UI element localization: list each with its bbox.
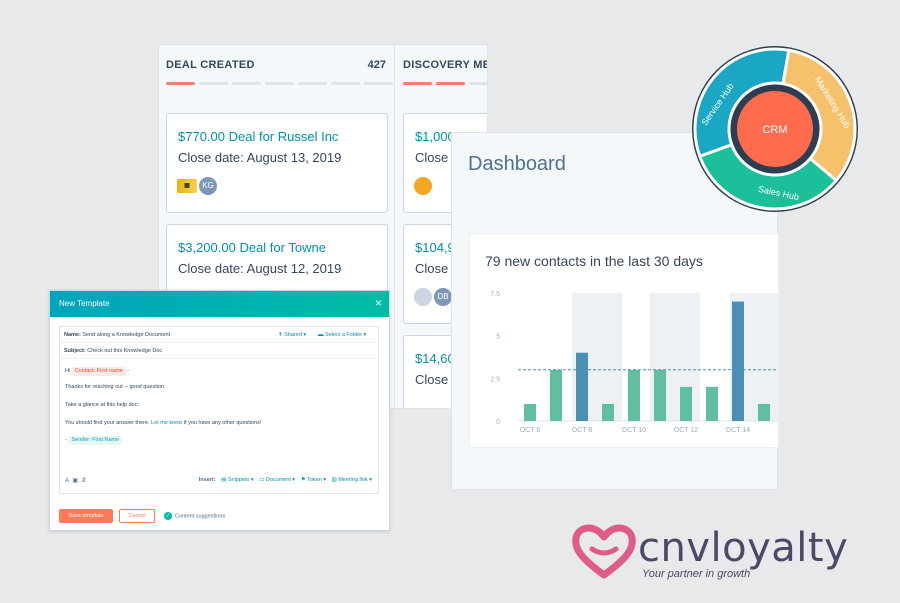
column-count: 427: [367, 59, 386, 71]
insert-document[interactable]: ▭ Document ▾: [259, 477, 295, 483]
dashboard-title: Dashboard: [468, 153, 566, 175]
chart-bar[interactable]: [576, 352, 588, 421]
stage-progress-bar: [166, 82, 393, 85]
let-me-know-link[interactable]: Let me know: [151, 420, 182, 426]
insert-toolbar: Insert: ▤ Snippets ▾ ▭ Document ▾ ⚑ Toke…: [198, 477, 372, 483]
stage-progress-bar: [403, 82, 487, 85]
chart-bar[interactable]: [732, 301, 744, 421]
folder-dropdown[interactable]: ▬ Select a Folder ▾: [318, 327, 366, 343]
format-toolbar: A ▣ ⇵: [65, 477, 86, 484]
x-tick-label: OCT 8: [572, 427, 593, 434]
brand-name: cnvloyalty: [638, 525, 849, 571]
x-tick-label: OCT 14: [726, 427, 750, 434]
deal-title[interactable]: $14,60: [415, 351, 455, 366]
chart-bar[interactable]: [654, 369, 666, 421]
company-logo: [414, 288, 432, 306]
company-logo: [414, 177, 432, 195]
y-tick-label: 7.5: [490, 291, 500, 298]
body-line: Take a glance at this help doc:: [65, 402, 139, 408]
insert-token[interactable]: ⚑ Token ▾: [301, 477, 326, 483]
deal-card[interactable]: $770.00 Deal for Russel Inc Close date: …: [166, 113, 388, 213]
column-title: DISCOVERY MEE: [403, 59, 487, 71]
deal-close-date: Close: [415, 372, 449, 387]
subject-field[interactable]: Check out this Knowledge Doc: [87, 348, 162, 354]
deal-title[interactable]: $3,200.00 Deal for Towne: [178, 240, 326, 255]
deal-title[interactable]: $1,000: [415, 129, 455, 144]
insert-snippets[interactable]: ▤ Snippets ▾: [221, 477, 253, 483]
column-title: DEAL CREATED: [166, 59, 255, 71]
close-icon[interactable]: ×: [375, 296, 382, 310]
template-editor[interactable]: Name: Send along a Knowledge Document ⇞ …: [59, 326, 379, 494]
name-row[interactable]: Name: Send along a Knowledge Document ⇞ …: [60, 327, 378, 343]
avatar: DB: [434, 288, 452, 306]
deal-close-date: Close date: August 12, 2019: [178, 261, 342, 276]
deal-title[interactable]: $770.00 Deal for Russel Inc: [178, 129, 338, 144]
modal-header: New Template ×: [50, 291, 389, 317]
chart-bar[interactable]: [602, 403, 614, 421]
body-line: Thanks for reaching out -- good question…: [65, 384, 166, 390]
avatar: KG: [199, 177, 217, 195]
greeting-line: Hi Contact: First name -: [65, 367, 130, 376]
company-logo: ▦: [177, 179, 197, 193]
y-tick-label: 2.5: [490, 376, 500, 383]
deal-close-date: Close: [415, 261, 449, 276]
chart-bar[interactable]: [758, 403, 770, 421]
crm-label: CRM: [762, 124, 787, 136]
cancel-button[interactable]: Cancel: [119, 509, 155, 523]
brand-logo: cnvloyalty Your partner in growth: [572, 523, 872, 583]
chart-bar[interactable]: [706, 386, 718, 421]
chart-bar[interactable]: [550, 369, 562, 421]
sender-first-name-token[interactable]: Sender: First Name: [68, 436, 123, 445]
insert-meeting-link[interactable]: ▥ Meeting link ▾: [332, 477, 372, 483]
subject-row[interactable]: Subject: Check out this Knowledge Doc: [60, 343, 378, 359]
contacts-report-card[interactable]: 79 new contacts in the last 30 days 0 2.5…: [469, 233, 779, 448]
contact-first-name-token[interactable]: Contact: First name: [71, 367, 126, 376]
report-title: 79 new contacts in the last 30 days: [485, 253, 703, 269]
attachment-icon[interactable]: ⇵: [81, 478, 86, 484]
body-line: You should find your answer there. Let m…: [65, 420, 262, 426]
check-icon: ✓: [164, 512, 172, 520]
deal-title[interactable]: $104,9: [415, 240, 455, 255]
deal-close-date: Close date: August 13, 2019: [178, 150, 342, 165]
template-name-field[interactable]: Send along a Knowledge Document: [82, 332, 170, 338]
text-format-icon[interactable]: A: [65, 478, 69, 484]
x-tick-label: OCT 6: [520, 427, 541, 434]
y-tick-label: 5: [496, 334, 500, 341]
modal-title: New Template: [59, 299, 110, 308]
chart-bar[interactable]: [680, 386, 692, 421]
contacts-bar-chart: 0 2.5 5 7.5 OCT 6 OCT 8 OCT 10 OCT 12 OCT 14: [490, 291, 778, 434]
brand-tagline: Your partner in growth: [642, 568, 751, 580]
hub-wheel-graphic: CRMService Hub Marketing HubSales Hub: [692, 46, 858, 212]
chart-bar[interactable]: [628, 369, 640, 421]
x-tick-label: OCT 10: [622, 427, 646, 434]
content-suggestions-toggle[interactable]: ✓ Content suggestions: [164, 512, 225, 520]
heart-logo-icon: [572, 524, 636, 579]
save-template-button[interactable]: Save template: [59, 509, 113, 523]
signature-line: - Sender: First Name: [65, 436, 123, 445]
deal-close-date: Close: [415, 150, 449, 165]
shared-dropdown[interactable]: ⇞ Shared ▾: [278, 327, 306, 343]
new-template-modal: New Template × Name: Send along a Knowle…: [49, 290, 390, 531]
chart-bar[interactable]: [524, 403, 536, 421]
y-tick-label: 0: [496, 419, 500, 426]
x-tick-label: OCT 12: [674, 427, 698, 434]
image-icon[interactable]: ▣: [72, 478, 78, 484]
